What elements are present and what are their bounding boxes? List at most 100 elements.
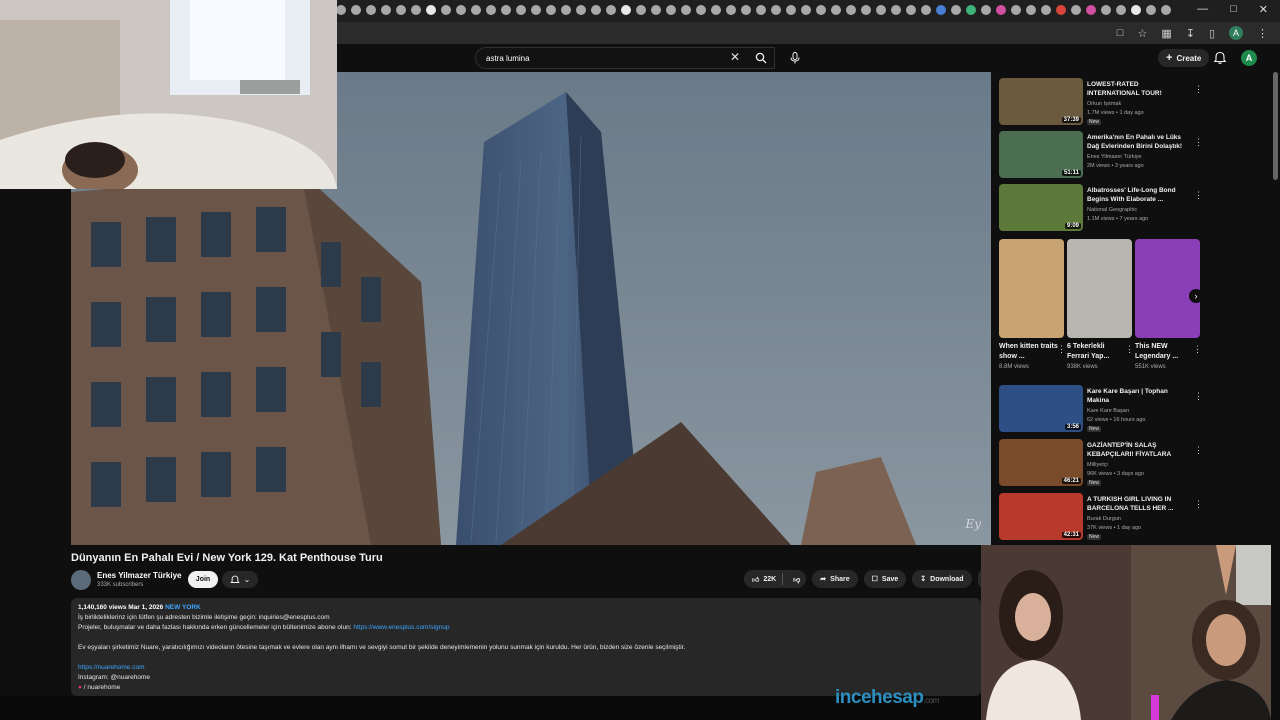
browser-tab-favicon[interactable] — [411, 5, 421, 15]
more-options-icon[interactable]: ⋮ — [1194, 445, 1203, 456]
browser-tab-favicon[interactable] — [546, 5, 556, 15]
sidebar-icon[interactable]: ▯ — [1209, 27, 1215, 40]
browser-tab-favicon[interactable] — [591, 5, 601, 15]
browser-tab-favicon[interactable] — [801, 5, 811, 15]
browser-tab-favicon[interactable] — [471, 5, 481, 15]
more-options-icon[interactable]: ⋮ — [1194, 190, 1203, 201]
browser-tab-favicon[interactable] — [396, 5, 406, 15]
short-item[interactable]: 6 Tekerlekli Ferrari Yap... 938K views ⋮ — [1067, 239, 1134, 370]
short-title[interactable]: This NEW Legendary ... — [1135, 342, 1195, 362]
browser-tab-favicon[interactable] — [351, 5, 361, 15]
short-item[interactable]: When kitten traits show ... 8.8M views ⋮ — [999, 239, 1066, 370]
browser-tab-favicon[interactable] — [996, 5, 1006, 15]
short-title[interactable]: When kitten traits show ... — [999, 342, 1059, 362]
browser-tab-favicon[interactable] — [756, 5, 766, 15]
browser-tab-favicon[interactable] — [951, 5, 961, 15]
video-thumbnail[interactable]: 51:11 — [999, 131, 1083, 178]
browser-tab-favicon[interactable] — [1146, 5, 1156, 15]
cast-icon[interactable]: □ — [1117, 27, 1124, 39]
browser-tab-favicon[interactable] — [1011, 5, 1021, 15]
browser-tab-favicon[interactable] — [846, 5, 856, 15]
browser-tab-favicon[interactable] — [681, 5, 691, 15]
browser-tab-favicon[interactable] — [1041, 5, 1051, 15]
more-options-icon[interactable]: ⋮ — [1194, 499, 1203, 510]
browser-tab-favicon[interactable] — [456, 5, 466, 15]
browser-tab-favicon[interactable] — [696, 5, 706, 15]
browser-tab-favicon[interactable] — [441, 5, 451, 15]
browser-tab-favicon[interactable] — [906, 5, 916, 15]
video-thumbnail[interactable]: 42:31 — [999, 493, 1083, 540]
recommended-channel-name[interactable]: Burak Durgun — [1087, 516, 1121, 522]
short-thumbnail[interactable] — [999, 239, 1064, 338]
recommended-video[interactable]: 37:39 LOWEST-RATED INTERNATIONAL TOUR! Ork… — [999, 78, 1204, 126]
location-tag[interactable]: NEW YORK — [165, 604, 201, 611]
browser-tab-favicon[interactable] — [876, 5, 886, 15]
browser-tab-favicon[interactable] — [1026, 5, 1036, 15]
browser-tab-favicon[interactable] — [1131, 5, 1141, 15]
browser-tab-favicon[interactable] — [816, 5, 826, 15]
browser-tab-favicon[interactable] — [771, 5, 781, 15]
subscription-bell-button[interactable]: ⌄ — [222, 571, 258, 588]
video-thumbnail[interactable]: 37:39 — [999, 78, 1083, 125]
browser-tab-favicon[interactable] — [336, 5, 346, 15]
recommended-channel-name[interactable]: Orkun Işıtmak — [1087, 101, 1121, 107]
clear-search-icon[interactable]: ✕ — [730, 50, 740, 64]
close-window-icon[interactable]: ✕ — [1259, 3, 1268, 16]
share-button[interactable]: ➦ Share — [812, 570, 858, 588]
video-thumbnail[interactable]: 3:56 — [999, 385, 1083, 432]
browser-tab-favicon[interactable] — [786, 5, 796, 15]
shorts-next-arrow-icon[interactable]: › — [1189, 289, 1203, 303]
video-thumbnail[interactable]: 46:21 — [999, 439, 1083, 486]
recommended-video[interactable]: 3:56 Kare Kare Başarı | Tophan Makina Kare… — [999, 385, 1204, 433]
video-description[interactable]: 1,140,160 views Mar 1, 2026 NEW YORK İş … — [71, 598, 981, 696]
recommended-video-title[interactable]: LOWEST-RATED INTERNATIONAL TOUR! — [1087, 80, 1187, 98]
recommended-video-title[interactable]: Albatrosses' Life-Long Bond Begins With … — [1087, 186, 1187, 204]
short-thumbnail[interactable] — [1135, 239, 1200, 338]
more-options-icon[interactable]: ⋮ — [1193, 344, 1202, 355]
notifications-bell-icon[interactable] — [1213, 51, 1227, 65]
like-button[interactable]: 👍︎ 22K — [752, 575, 776, 584]
other-social-handle[interactable]: / nuarehome — [84, 684, 121, 691]
more-options-icon[interactable]: ⋮ — [1057, 344, 1066, 355]
browser-tab-favicon[interactable] — [966, 5, 976, 15]
download-button[interactable]: ↧ Download — [912, 570, 972, 588]
browser-tab-favicon[interactable] — [666, 5, 676, 15]
browser-menu-icon[interactable]: ⋮ — [1257, 27, 1268, 40]
browser-tab-favicon[interactable] — [366, 5, 376, 15]
browser-tab-favicon[interactable] — [1071, 5, 1081, 15]
browser-tab-favicon[interactable] — [426, 5, 436, 15]
account-avatar[interactable]: A — [1241, 50, 1257, 66]
save-button[interactable]: ☐ Save — [863, 570, 907, 588]
browser-tab-favicon[interactable] — [1056, 5, 1066, 15]
browser-tab-favicon[interactable] — [636, 5, 646, 15]
browser-tab-favicon[interactable] — [1101, 5, 1111, 15]
create-button[interactable]: + Create — [1158, 49, 1210, 67]
recommended-video[interactable]: 42:31 A TURKISH GIRL LIVING IN BARCELONA … — [999, 493, 1204, 541]
recommended-video-title[interactable]: Kare Kare Başarı | Tophan Makina — [1087, 387, 1187, 405]
channel-avatar[interactable] — [71, 570, 91, 590]
recommended-channel-name[interactable]: National Geographic — [1087, 207, 1137, 213]
recommended-video[interactable]: 46:21 GAZİANTEP'İN SALAŞ KEBAPÇILARI! FİY… — [999, 439, 1204, 487]
short-title[interactable]: 6 Tekerlekli Ferrari Yap... — [1067, 342, 1127, 362]
join-button[interactable]: Join — [188, 571, 218, 588]
voice-search-button[interactable] — [784, 47, 806, 69]
recommended-video-title[interactable]: GAZİANTEP'İN SALAŞ KEBAPÇILARI! FİYATLAR… — [1087, 441, 1187, 460]
browser-tab-favicon[interactable] — [1161, 5, 1171, 15]
maximize-icon[interactable]: □ — [1230, 3, 1237, 16]
page-scrollbar[interactable] — [1273, 72, 1278, 180]
browser-tab-favicon[interactable] — [831, 5, 841, 15]
browser-tab-favicon[interactable] — [981, 5, 991, 15]
browser-tab-favicon[interactable] — [651, 5, 661, 15]
browser-tab-favicon[interactable] — [531, 5, 541, 15]
video-thumbnail[interactable]: 9:09 — [999, 184, 1083, 231]
browser-tab-favicon[interactable] — [741, 5, 751, 15]
more-options-icon[interactable]: ⋮ — [1194, 84, 1203, 95]
browser-tab-favicon[interactable] — [711, 5, 721, 15]
browser-tab-favicon[interactable] — [501, 5, 511, 15]
minimize-icon[interactable]: — — [1197, 3, 1208, 16]
recommended-channel-name[interactable]: Enes Yilmazer Türkiye — [1087, 154, 1142, 160]
recommended-video-title[interactable]: Amerika'nın En Pahalı ve Lüks Dağ Evleri… — [1087, 133, 1187, 151]
browser-tab-favicon[interactable] — [561, 5, 571, 15]
more-options-icon[interactable]: ⋮ — [1125, 344, 1134, 355]
extensions-icon[interactable]: ▦ — [1161, 27, 1171, 40]
